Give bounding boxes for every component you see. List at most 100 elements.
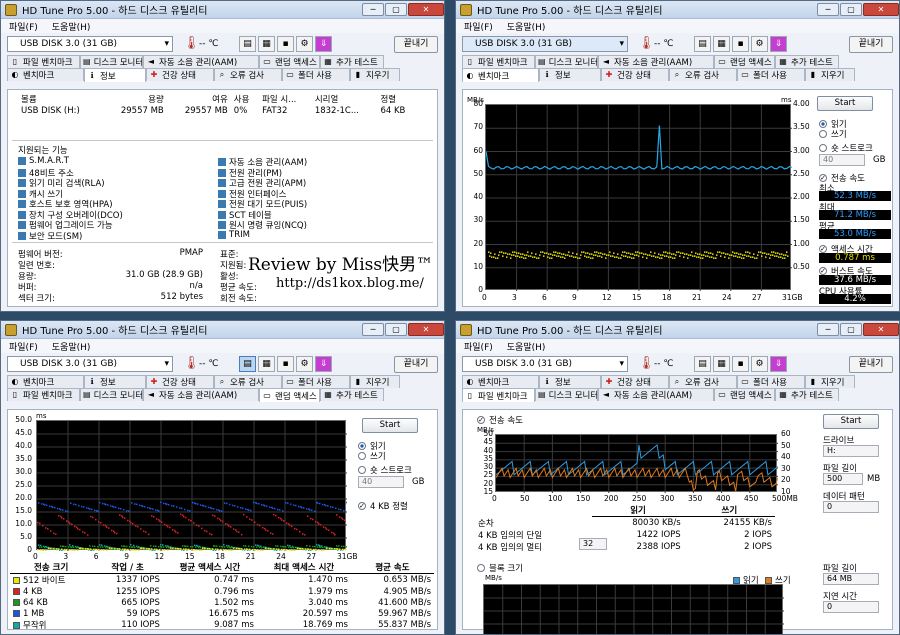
maximize-button[interactable]: ▢ (385, 3, 407, 16)
delay-input[interactable]: 0 (823, 601, 879, 613)
table-row[interactable]: 4 KB 1255 IOPS 0.796 ms 1.979 ms 4.905 MB/s (10, 586, 434, 597)
maximize-button[interactable]: ▢ (385, 323, 407, 336)
download-icon[interactable]: ⇓ (315, 356, 332, 372)
table-row[interactable]: 1 MB 59 IOPS 16.675 ms 20.597 ms 59.967 MB/s (10, 608, 434, 619)
tab-extra-tests[interactable]: ▦ 추가 테스트 (775, 55, 839, 68)
copy-screen-icon[interactable]: ▦ (258, 356, 275, 372)
menu-help[interactable]: 도움말(H) (507, 340, 546, 353)
table-row[interactable]: 무작위 110 IOPS 9.087 ms 18.769 ms 55.837 MB/s (10, 619, 434, 631)
tab-folder-usage[interactable]: ▭ 폴더 사용 (282, 375, 350, 388)
tab-error-scan[interactable]: ⌕ 오류 검사 (214, 375, 282, 388)
tab-disk-monitor[interactable]: ▤ 디스크 모니터 (535, 55, 598, 68)
close-button[interactable]: ✕ (408, 323, 444, 336)
minimize-button[interactable]: ─ (362, 3, 384, 16)
options-icon[interactable]: ⚙ (296, 36, 313, 52)
save-icon[interactable]: ▪ (732, 356, 749, 372)
series-checkbox-icon[interactable] (13, 609, 20, 617)
tab-folder-usage[interactable]: ▭ 폴더 사용 (737, 375, 805, 388)
data-pattern-select[interactable]: 0 (823, 501, 879, 513)
start-button[interactable]: Start (823, 414, 879, 429)
tab-erase[interactable]: ▮ 지우기 (350, 68, 400, 81)
minimize-button[interactable]: ─ (362, 323, 384, 336)
minimize-button[interactable]: ─ (817, 323, 839, 336)
tab-extra-tests[interactable]: ▦ 추가 테스트 (775, 388, 839, 401)
menu-file[interactable]: 파일(F) (9, 20, 38, 33)
queue-depth-input[interactable]: 32 (579, 538, 607, 550)
tab-error-scan[interactable]: ⌕ 오류 검사 (214, 68, 282, 81)
tab-disk-monitor[interactable]: ▤ 디스크 모니터 (80, 55, 143, 68)
tab-health[interactable]: ✚ 건강 상태 (146, 375, 214, 388)
save-icon[interactable]: ▪ (277, 36, 294, 52)
tab-info[interactable]: ℹ 정보 (539, 68, 601, 81)
tab-benchmark[interactable]: ◐ 벤치마크 (462, 68, 539, 82)
short-stroke-checkbox[interactable]: 숏 스트로크 (819, 142, 873, 154)
tab-file-benchmark[interactable]: ▯ 파일 벤치마크 (462, 55, 535, 68)
menu-file[interactable]: 파일(F) (9, 340, 38, 353)
tab-random-access[interactable]: ▭ 랜덤 액세스 (259, 55, 320, 68)
options-icon[interactable]: ⚙ (751, 36, 768, 52)
maximize-button[interactable]: ▢ (840, 323, 862, 336)
tab-file-benchmark[interactable]: ▯ 파일 벤치마크 (7, 388, 80, 401)
tab-error-scan[interactable]: ⌕ 오류 검사 (669, 68, 737, 81)
align-4kb-checkbox[interactable]: ✓ 4 KB 정렬 (358, 500, 408, 512)
copy-info-icon[interactable]: ▤ (694, 356, 711, 372)
tab-aam[interactable]: ◄ 자동 소음 관리(AAM) (598, 388, 714, 401)
start-button[interactable]: Start (817, 96, 873, 111)
short-stroke-checkbox[interactable]: 숏 스트로크 (358, 464, 412, 476)
tab-aam[interactable]: ◄ 자동 소음 관리(AAM) (598, 55, 714, 68)
save-icon[interactable]: ▪ (277, 356, 294, 372)
close-button[interactable]: ✕ (863, 323, 899, 336)
table-row[interactable]: USB DISK (H:) 29557 MB 29557 MB 0% FAT32… (18, 105, 418, 116)
series-checkbox-icon[interactable] (13, 577, 20, 584)
tab-file-benchmark[interactable]: ▯ 파일 벤치마크 (7, 55, 80, 68)
tab-file-benchmark[interactable]: ▯ 파일 벤치마크 (462, 388, 535, 402)
close-button[interactable]: ✕ (408, 3, 444, 16)
tab-extra-tests[interactable]: ▦ 추가 테스트 (320, 388, 384, 401)
maximize-button[interactable]: ▢ (840, 3, 862, 16)
write-radio[interactable]: 쓰기 (819, 128, 847, 140)
tab-random-access[interactable]: ▭ 랜덤 액세스 (714, 55, 775, 68)
tab-folder-usage[interactable]: ▭ 폴더 사용 (282, 68, 350, 81)
tab-disk-monitor[interactable]: ▤ 디스크 모니터 (535, 388, 598, 401)
series-checkbox-icon[interactable] (13, 598, 20, 606)
drive-select[interactable]: USB DISK 3.0 (31 GB) (462, 36, 628, 52)
tab-benchmark[interactable]: ◐ 벤치마크 (7, 375, 84, 388)
stroke-input[interactable]: 40 (819, 154, 865, 166)
tab-health[interactable]: ✚ 건강 상태 (601, 375, 669, 388)
minimize-button[interactable]: ─ (817, 3, 839, 16)
drive-select[interactable]: USB DISK 3.0 (31 GB) (7, 356, 173, 372)
series-checkbox-icon[interactable] (13, 622, 20, 629)
drive-select[interactable]: USB DISK 3.0 (31 GB) (7, 36, 173, 52)
tab-folder-usage[interactable]: ▭ 폴더 사용 (737, 68, 805, 81)
tab-erase[interactable]: ▮ 지우기 (350, 375, 400, 388)
menu-file[interactable]: 파일(F) (464, 340, 493, 353)
tab-aam[interactable]: ◄ 자동 소음 관리(AAM) (143, 55, 259, 68)
copy-info-icon[interactable]: ▤ (239, 356, 256, 372)
menu-file[interactable]: 파일(F) (464, 20, 493, 33)
options-icon[interactable]: ⚙ (751, 356, 768, 372)
copy-screen-icon[interactable]: ▦ (713, 356, 730, 372)
file-length-select[interactable]: 500 (823, 473, 863, 485)
menu-help[interactable]: 도움말(H) (52, 20, 91, 33)
tab-extra-tests[interactable]: ▦ 추가 테스트 (320, 55, 384, 68)
drive-select[interactable]: USB DISK 3.0 (31 GB) (462, 356, 628, 372)
tab-info[interactable]: ℹ 정보 (539, 375, 601, 388)
copy-screen-icon[interactable]: ▦ (258, 36, 275, 52)
write-radio[interactable]: 쓰기 (358, 450, 386, 462)
download-icon[interactable]: ⇓ (770, 356, 787, 372)
exit-button[interactable]: 끝내기 (849, 355, 893, 373)
block-size-checkbox[interactable]: 블록 크기 (477, 562, 523, 574)
copy-screen-icon[interactable]: ▦ (713, 36, 730, 52)
copy-info-icon[interactable]: ▤ (694, 36, 711, 52)
tab-info[interactable]: ℹ 정보 (84, 68, 146, 82)
tab-random-access[interactable]: ▭ 랜덤 액세스 (714, 388, 775, 401)
copy-info-icon[interactable]: ▤ (239, 36, 256, 52)
tab-aam[interactable]: ◄ 자동 소음 관리(AAM) (143, 388, 259, 401)
table-row[interactable]: 64 KB 665 IOPS 1.502 ms 3.040 ms 41.600 MB/s (10, 597, 434, 608)
exit-button[interactable]: 끝내기 (849, 35, 893, 53)
drive-select-small[interactable]: H: (823, 445, 879, 457)
tab-benchmark[interactable]: ◐ 벤치마크 (462, 375, 539, 388)
exit-button[interactable]: 끝내기 (394, 35, 438, 53)
tab-random-access[interactable]: ▭ 랜덤 액세스 (259, 388, 320, 402)
exit-button[interactable]: 끝내기 (394, 355, 438, 373)
